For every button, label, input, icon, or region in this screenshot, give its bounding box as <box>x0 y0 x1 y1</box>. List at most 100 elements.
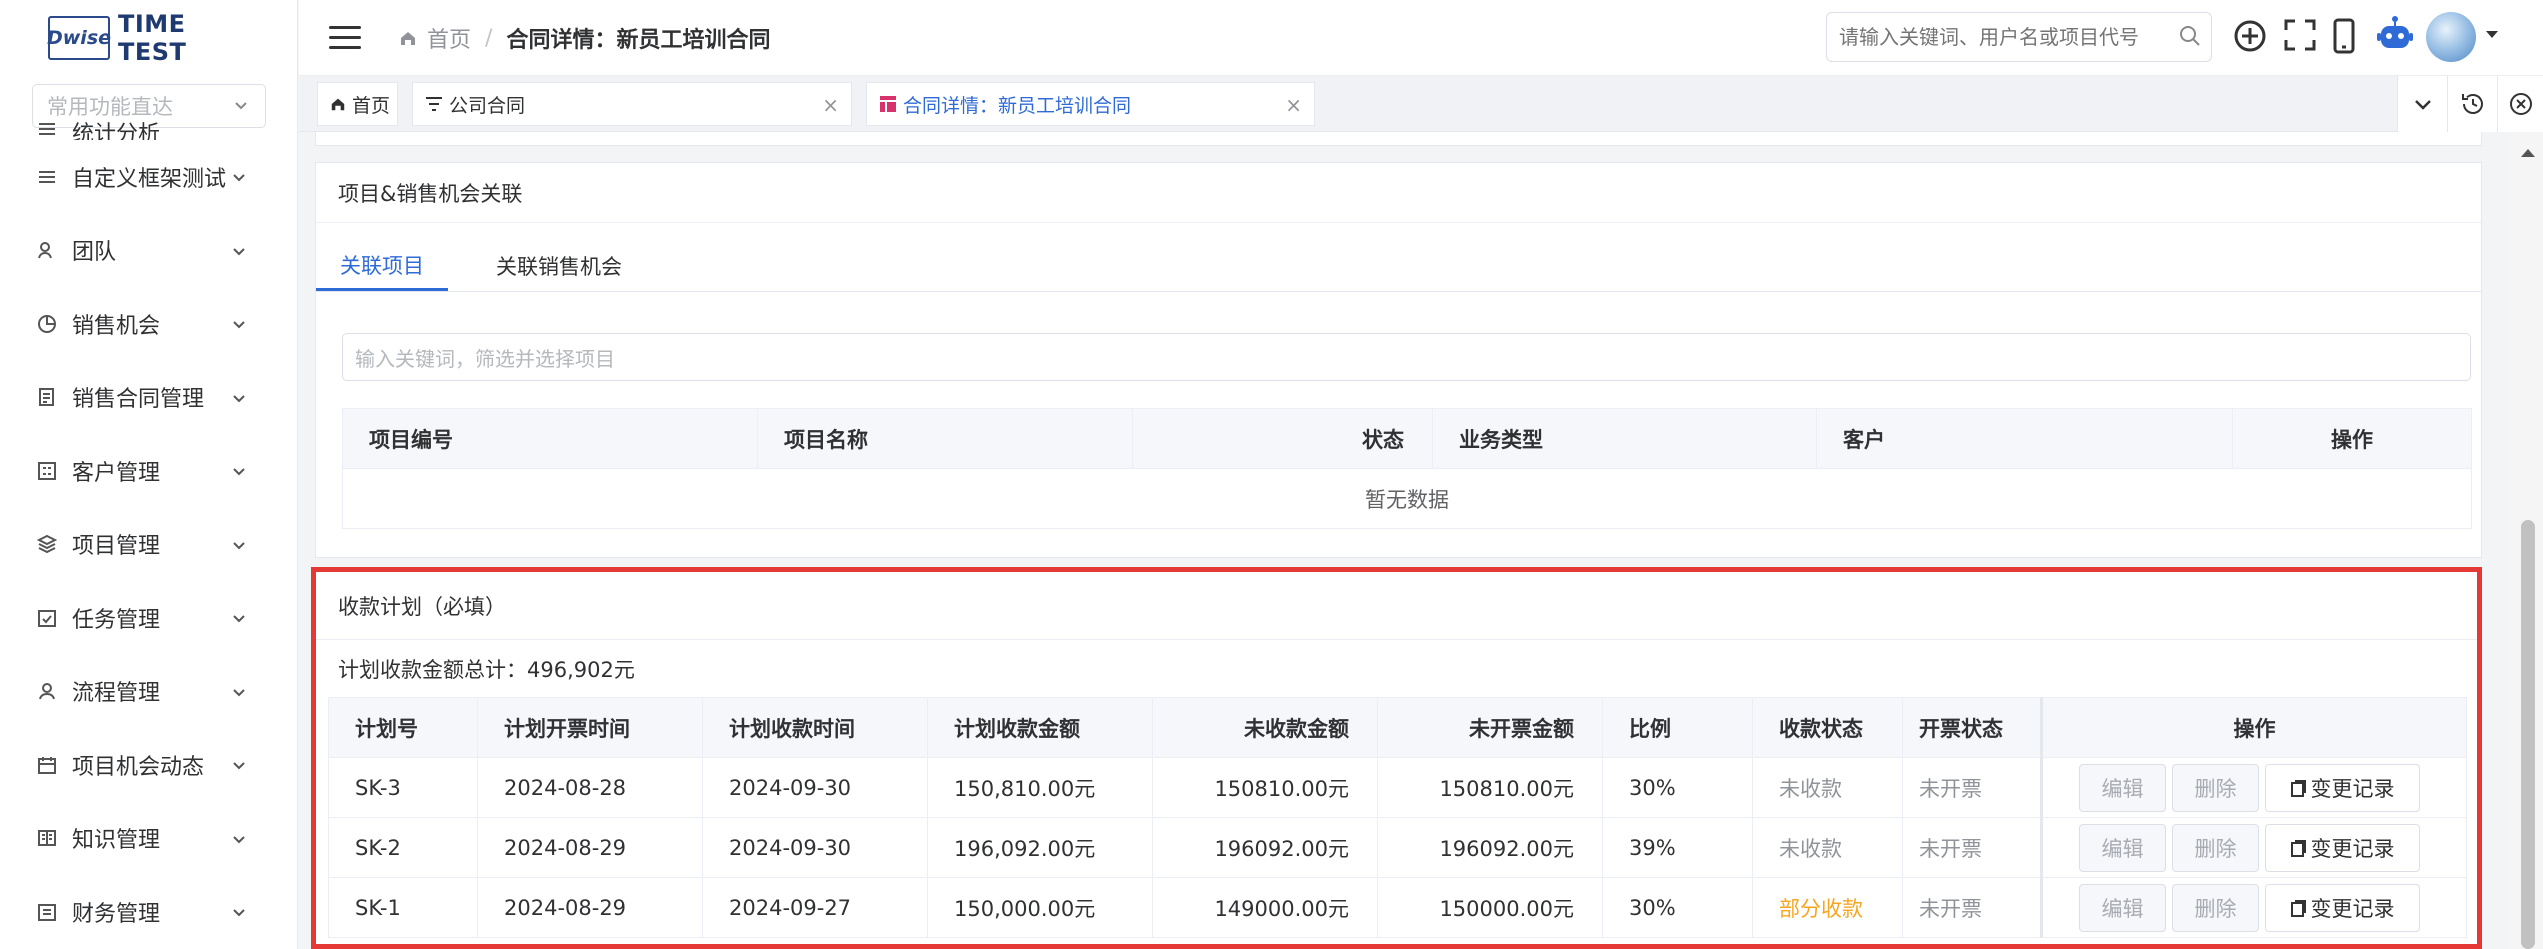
subtab-linked-projects[interactable]: 关联项目 <box>316 241 448 291</box>
tab-company-contract[interactable]: 公司合同 × <box>412 82 852 126</box>
global-search-input[interactable] <box>1826 12 2212 62</box>
table-icon <box>880 96 896 112</box>
sidebar-item-customer[interactable]: 客户管理 <box>0 434 297 508</box>
plan-id: SK-2 <box>328 817 478 878</box>
edit-button[interactable]: 编辑 <box>2079 823 2166 872</box>
project-filter-input[interactable]: 输入关键词，筛选并选择项目 <box>342 333 2471 381</box>
column-header: 计划收款时间 <box>702 697 928 758</box>
robot-assistant-icon[interactable] <box>2375 14 2415 54</box>
linked-projects-table: 项目编号 项目名称 状态 业务类型 客户 操作 暂无数据 <box>342 408 2472 529</box>
sidebar-item-sales-contract[interactable]: 销售合同管理 <box>0 361 297 435</box>
sidebar-item-sales-opportunity[interactable]: 销售机会 <box>0 287 297 361</box>
sidebar-item-workflow[interactable]: 流程管理 <box>0 655 297 729</box>
close-icon[interactable]: × <box>822 93 839 117</box>
menu-toggle-icon[interactable] <box>329 26 361 50</box>
chevron-down-icon <box>233 247 245 255</box>
app-logo[interactable]: Dwise TIME TEST <box>47 10 248 66</box>
breadcrumb-separator: / <box>485 25 493 51</box>
mobile-icon[interactable] <box>2331 18 2357 54</box>
chevron-down-icon <box>233 688 245 696</box>
empty-state-text: 暂无数据 <box>342 468 2472 529</box>
top-header: 首页 / 合同详情：新员工培训合同 <box>299 0 2543 76</box>
customer-icon <box>36 460 58 482</box>
change-log-button[interactable]: 变更记录 <box>2265 763 2420 812</box>
subtab-linked-opportunities[interactable]: 关联销售机会 <box>472 241 646 291</box>
sidebar-item-project[interactable]: 项目管理 <box>0 508 297 582</box>
delete-button[interactable]: 删除 <box>2172 883 2259 932</box>
uninvoiced-amount: 196092.00元 <box>1377 817 1603 878</box>
caret-down-icon[interactable] <box>2485 30 2499 40</box>
tabs-close-all-button[interactable] <box>2497 76 2543 132</box>
column-header: 状态 <box>1132 408 1433 469</box>
project-subtabs: 关联项目 关联销售机会 <box>316 241 646 291</box>
plan-id: SK-3 <box>328 757 478 818</box>
column-header: 比例 <box>1602 697 1753 758</box>
change-log-button[interactable]: 变更记录 <box>2265 883 2420 932</box>
breadcrumb-home-label: 首页 <box>427 28 472 53</box>
pie-icon <box>36 313 58 335</box>
sidebar-item-finance[interactable]: 财务管理 <box>0 875 297 949</box>
delete-button[interactable]: 删除 <box>2172 823 2259 872</box>
sidebar-item-stats[interactable]: 统计分析 <box>0 112 297 140</box>
vertical-scrollbar[interactable] <box>2509 132 2543 949</box>
tab-home[interactable]: 首页 <box>317 82 398 126</box>
sidebar-item-task[interactable]: 任务管理 <box>0 581 297 655</box>
sidebar-item-label: 项目机会动态 <box>72 754 205 780</box>
tab-label: 首页 <box>352 94 391 117</box>
chevron-down-icon <box>233 394 245 402</box>
sidebar-item-project-dynamics[interactable]: 项目机会动态 <box>0 728 297 802</box>
plan-collect-date: 2024-09-27 <box>702 877 928 938</box>
chevron-down-icon <box>233 762 245 770</box>
column-header: 未收款金额 <box>1152 697 1378 758</box>
scrollbar-thumb[interactable] <box>2521 520 2535 949</box>
plan-amount: 196,092.00元 <box>927 817 1153 878</box>
sidebar-item-label: 统计分析 <box>72 122 161 140</box>
collect-status: 未收款 <box>1752 817 1903 878</box>
invoice-status: 未开票 <box>1902 877 2042 938</box>
team-icon <box>36 239 58 261</box>
sidebar-item-custom-frame[interactable]: 自定义框架测试 <box>0 140 297 214</box>
sidebar-item-team[interactable]: 团队 <box>0 214 297 288</box>
tab-contract-detail[interactable]: 合同详情：新员工培训合同 × <box>866 82 1315 126</box>
payment-plan-panel: 收款计划（必填） 计划收款金额总计：496,902元 计划号 计划开票时间 计划… <box>311 567 2482 949</box>
edit-button[interactable]: 编辑 <box>2079 763 2166 812</box>
main-content: 项目&销售机会关联 关联项目 关联销售机会 输入关键词，筛选并选择项目 项目编号… <box>299 132 2509 949</box>
plan-invoice-date: 2024-08-29 <box>477 877 703 938</box>
uncollected-amount: 149000.00元 <box>1152 877 1378 938</box>
close-icon[interactable]: × <box>1285 93 1302 117</box>
tabs-dropdown-button[interactable] <box>2397 76 2447 132</box>
change-log-label: 变更记录 <box>2310 836 2395 861</box>
calendar-icon <box>36 754 58 776</box>
column-header: 未开票金额 <box>1377 697 1603 758</box>
column-header: 操作 <box>2232 408 2472 469</box>
edit-button[interactable]: 编辑 <box>2079 883 2166 932</box>
sidebar-item-knowledge[interactable]: 知识管理 <box>0 802 297 876</box>
chevron-down-icon <box>233 321 245 329</box>
logo-text: TIME TEST <box>118 10 187 66</box>
scroll-up-arrow-icon[interactable] <box>2518 146 2538 160</box>
sidebar-item-label: 自定义框架测试 <box>72 166 227 192</box>
change-log-label: 变更记录 <box>2310 896 2395 921</box>
user-avatar[interactable] <box>2426 12 2476 62</box>
column-header: 客户 <box>1816 408 2233 469</box>
delete-button[interactable]: 删除 <box>2172 763 2259 812</box>
row-actions: 编辑 删除 变更记录 <box>2040 877 2467 938</box>
plan-invoice-date: 2024-08-29 <box>477 817 703 878</box>
table-header-row: 计划号 计划开票时间 计划收款时间 计划收款金额 未收款金额 未开票金额 比例 … <box>328 697 2467 758</box>
menu-lines-icon <box>36 118 58 140</box>
table-row: SK-1 2024-08-29 2024-09-27 150,000.00元 1… <box>328 877 2467 938</box>
table-row: SK-2 2024-08-29 2024-09-30 196,092.00元 1… <box>328 817 2467 878</box>
close-circle-icon <box>2509 93 2532 115</box>
payment-total: 计划收款金额总计：496,902元 <box>338 658 635 682</box>
search-icon[interactable] <box>2178 24 2202 48</box>
plan-id: SK-1 <box>328 877 478 938</box>
menu-lines-icon <box>36 166 58 188</box>
fullscreen-icon[interactable] <box>2283 18 2317 52</box>
add-circle-icon[interactable] <box>2232 18 2268 54</box>
project-sales-title: 项目&销售机会关联 <box>338 181 523 206</box>
sidebar-item-label: 知识管理 <box>72 828 161 854</box>
change-log-button[interactable]: 变更记录 <box>2265 823 2420 872</box>
tab-label: 公司合同 <box>449 94 526 117</box>
tabs-history-button[interactable] <box>2447 76 2497 132</box>
breadcrumb-home[interactable]: 首页 <box>399 22 471 54</box>
